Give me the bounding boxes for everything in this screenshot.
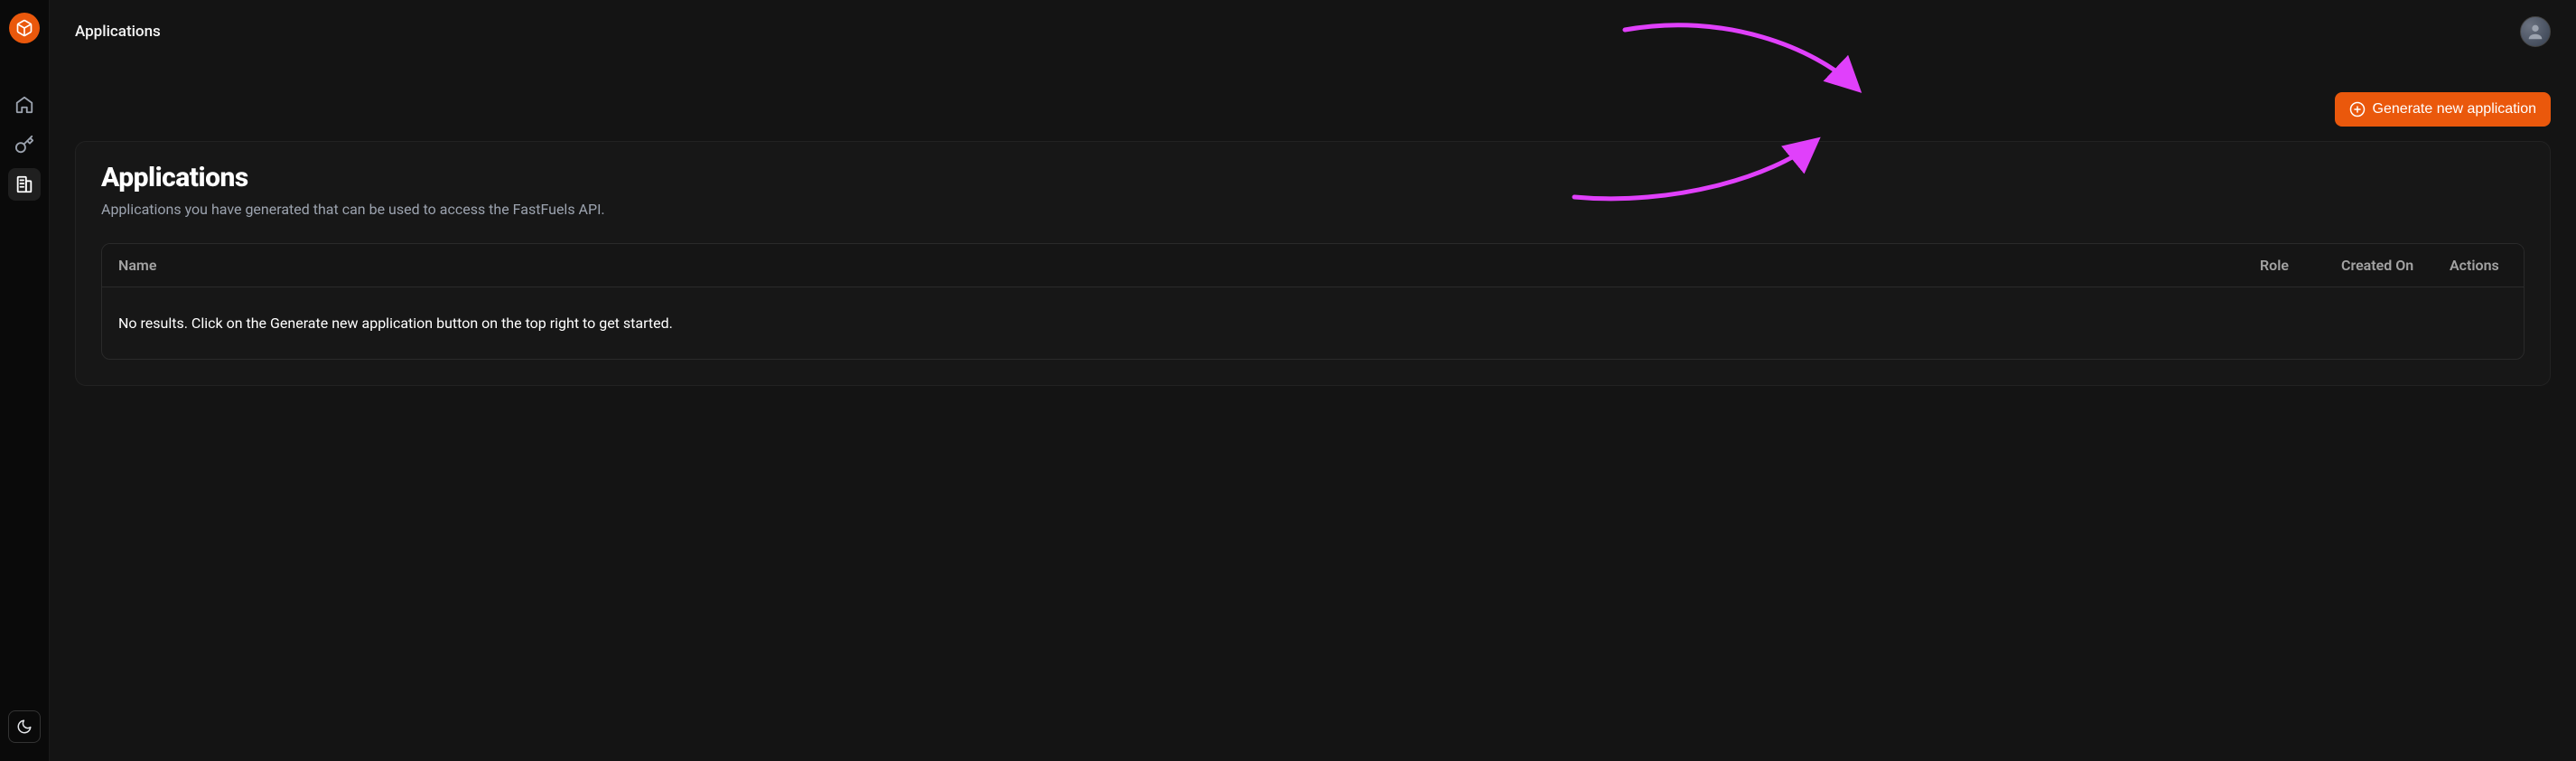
table-empty-row: No results. Click on the Generate new ap… [102,287,2524,360]
home-icon [14,95,34,115]
generate-button-label: Generate new application [2373,101,2536,117]
column-header-created-on: Created On [2325,244,2433,287]
moon-icon [16,719,33,735]
sidebar-item-applications[interactable] [8,168,41,201]
sidebar-item-keys[interactable] [8,128,41,161]
empty-state-message: No results. Click on the Generate new ap… [102,287,2524,360]
user-icon [2525,22,2545,42]
building-icon [14,174,34,194]
column-header-name: Name [102,244,2244,287]
breadcrumb: Applications [75,23,161,41]
plus-circle-icon [2349,101,2366,117]
generate-new-application-button[interactable]: Generate new application [2335,92,2551,127]
main-content: Applications Generate new application Ap… [50,0,2576,761]
theme-toggle[interactable] [8,710,41,743]
card-title: Applications [101,162,2525,193]
cube-icon [15,19,33,37]
avatar[interactable] [2520,16,2551,47]
sidebar-item-home[interactable] [8,89,41,121]
app-logo[interactable] [9,13,40,43]
applications-table: Name Role Created On Actions No results.… [101,243,2525,360]
column-header-role: Role [2244,244,2325,287]
sidebar [0,0,50,761]
applications-card: Applications Applications you have gener… [75,141,2551,386]
card-subtitle: Applications you have generated that can… [101,201,2525,218]
key-icon [14,135,34,155]
column-header-actions: Actions [2433,244,2524,287]
